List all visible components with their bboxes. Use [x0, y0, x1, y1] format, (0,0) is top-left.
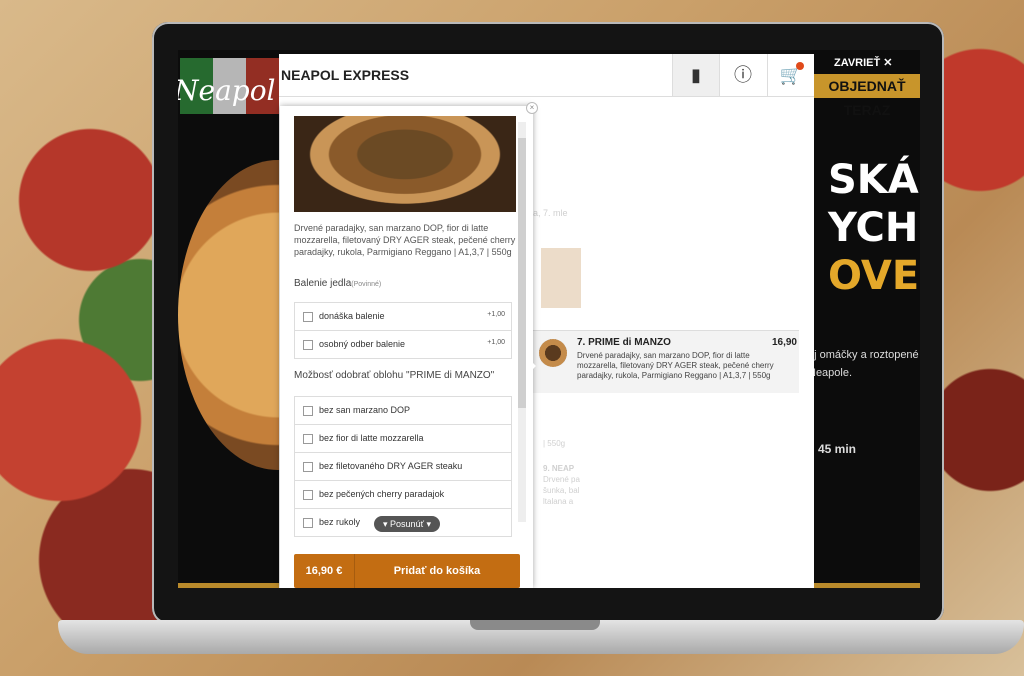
- packaging-options: donáška balenie +1,00 osobný odber balen…: [294, 302, 512, 359]
- laptop-screen: Neapol exp OBJEDNAŤ TERAZ ZAVRIEŤ ✕ SKÁ …: [178, 50, 920, 588]
- fragment-line: šunka, bal: [543, 486, 580, 495]
- required-label: (Povinné): [351, 281, 382, 288]
- option-price: +1,00: [487, 339, 505, 346]
- checkbox[interactable]: [303, 518, 313, 528]
- option-label: bez pečených cherry paradajok: [319, 489, 445, 499]
- list-item-thumb: [541, 248, 581, 308]
- option-label: bez fior di latte mozzarella: [319, 433, 424, 443]
- chevron-down-icon: ▾: [383, 519, 388, 529]
- checkbox[interactable]: [303, 312, 313, 322]
- checkbox[interactable]: [303, 490, 313, 500]
- list-item-prime-di-manzo[interactable]: 7. PRIME di MANZO 16,90 Drvené paradajky…: [531, 330, 799, 393]
- chevron-down-icon: ▾: [426, 519, 431, 529]
- fragment-line: ltalana a: [543, 497, 574, 506]
- add-to-cart-label: Pridať do košíka: [393, 565, 481, 577]
- item-description: Drvené paradajky, san marzano DOP, fior …: [577, 351, 774, 380]
- hero-line: SKÁ: [828, 157, 919, 203]
- checkbox[interactable]: [303, 462, 313, 472]
- option-label: bez san marzano DOP: [319, 405, 411, 415]
- removal-option[interactable]: bez san marzano DOP: [295, 397, 511, 425]
- hero-line: OVE.: [828, 253, 920, 299]
- item-thumbnail: [539, 339, 567, 367]
- info-icon: ⓘ: [734, 65, 752, 85]
- info-button[interactable]: ⓘ: [719, 54, 766, 96]
- checkbox[interactable]: [303, 340, 313, 350]
- hero-line: YCH: [828, 205, 919, 251]
- removal-option[interactable]: bez fior di latte mozzarella: [295, 425, 511, 453]
- product-image: [294, 116, 516, 212]
- packaging-option[interactable]: donáška balenie +1,00: [295, 303, 511, 331]
- option-label: donáška balenie: [319, 311, 385, 321]
- removal-title: Možbosť odobrať oblohu "PRIME di MANZO": [294, 370, 495, 381]
- add-to-cart-button[interactable]: 16,90 € Pridať do košíka: [294, 554, 520, 588]
- removal-option[interactable]: bez pečených cherry paradajok: [295, 481, 511, 509]
- map-icon: ▮: [691, 65, 701, 85]
- cart-button[interactable]: 🛒: [767, 54, 814, 96]
- menu-button[interactable]: ▮: [672, 54, 719, 96]
- fragment-line: | 550g: [543, 439, 566, 448]
- checkbox[interactable]: [303, 406, 313, 416]
- option-label: osobný odber balenie: [319, 339, 406, 349]
- list-item-fragment: | 550g 9. NEAP Drvené pa šunka, bal ltal…: [543, 438, 580, 507]
- add-to-cart-price: 16,90 €: [294, 554, 355, 588]
- fragment-line: Drvené pa: [543, 475, 580, 484]
- hero-description: ej omáčky a roztopené v Neapole.: [808, 349, 920, 379]
- packaging-option[interactable]: osobný odber balenie +1,00: [295, 331, 511, 358]
- close-button[interactable]: ZAVRIEŤ ✕: [834, 56, 893, 69]
- option-label: bez rukoly: [319, 517, 361, 527]
- modal-header: NEAPOL EXPRESS ▮ ⓘ 🛒: [279, 54, 814, 97]
- menu-list: ja, 7. mle 7. PRIME di MANZO 16,90 Drven…: [531, 98, 801, 588]
- list-item-fragment: ja, 7. mle: [531, 208, 568, 218]
- order-now-button[interactable]: OBJEDNAŤ TERAZ: [814, 74, 920, 118]
- option-price: +1,00: [487, 311, 505, 318]
- scrollbar-thumb[interactable]: [518, 138, 526, 408]
- cart-badge: [796, 62, 804, 70]
- scroll-hint-label: Posunúť: [390, 519, 424, 529]
- packaging-title: Balenie jedla(Povinné): [294, 278, 381, 289]
- removal-option[interactable]: bez filetovaného DRY AGER steaku: [295, 453, 511, 481]
- scrollbar[interactable]: [518, 122, 526, 522]
- product-description: Drvené paradajky, san marzano DOP, fior …: [294, 223, 516, 257]
- modal-title: NEAPOL EXPRESS: [281, 67, 410, 83]
- checkbox[interactable]: [303, 434, 313, 444]
- option-label: bez filetovaného DRY AGER steaku: [319, 461, 463, 471]
- packaging-title-text: Balenie jedla: [294, 278, 352, 289]
- popover-scroll-area[interactable]: Drvené paradajky, san marzano DOP, fior …: [280, 106, 533, 546]
- hero-heading: SKÁ YCH OVE.: [828, 156, 920, 300]
- product-popover: × Drvené paradajky, san marzano DOP, fio…: [280, 102, 538, 588]
- fragment-line: 9. NEAP: [543, 464, 575, 473]
- laptop-notch: [470, 620, 600, 630]
- item-price: 16,90: [771, 337, 797, 348]
- scroll-hint-button[interactable]: ▾ Posunúť ▾: [374, 516, 440, 532]
- item-name: 7. PRIME di MANZO: [577, 337, 671, 348]
- delivery-time: 45 min: [818, 442, 857, 456]
